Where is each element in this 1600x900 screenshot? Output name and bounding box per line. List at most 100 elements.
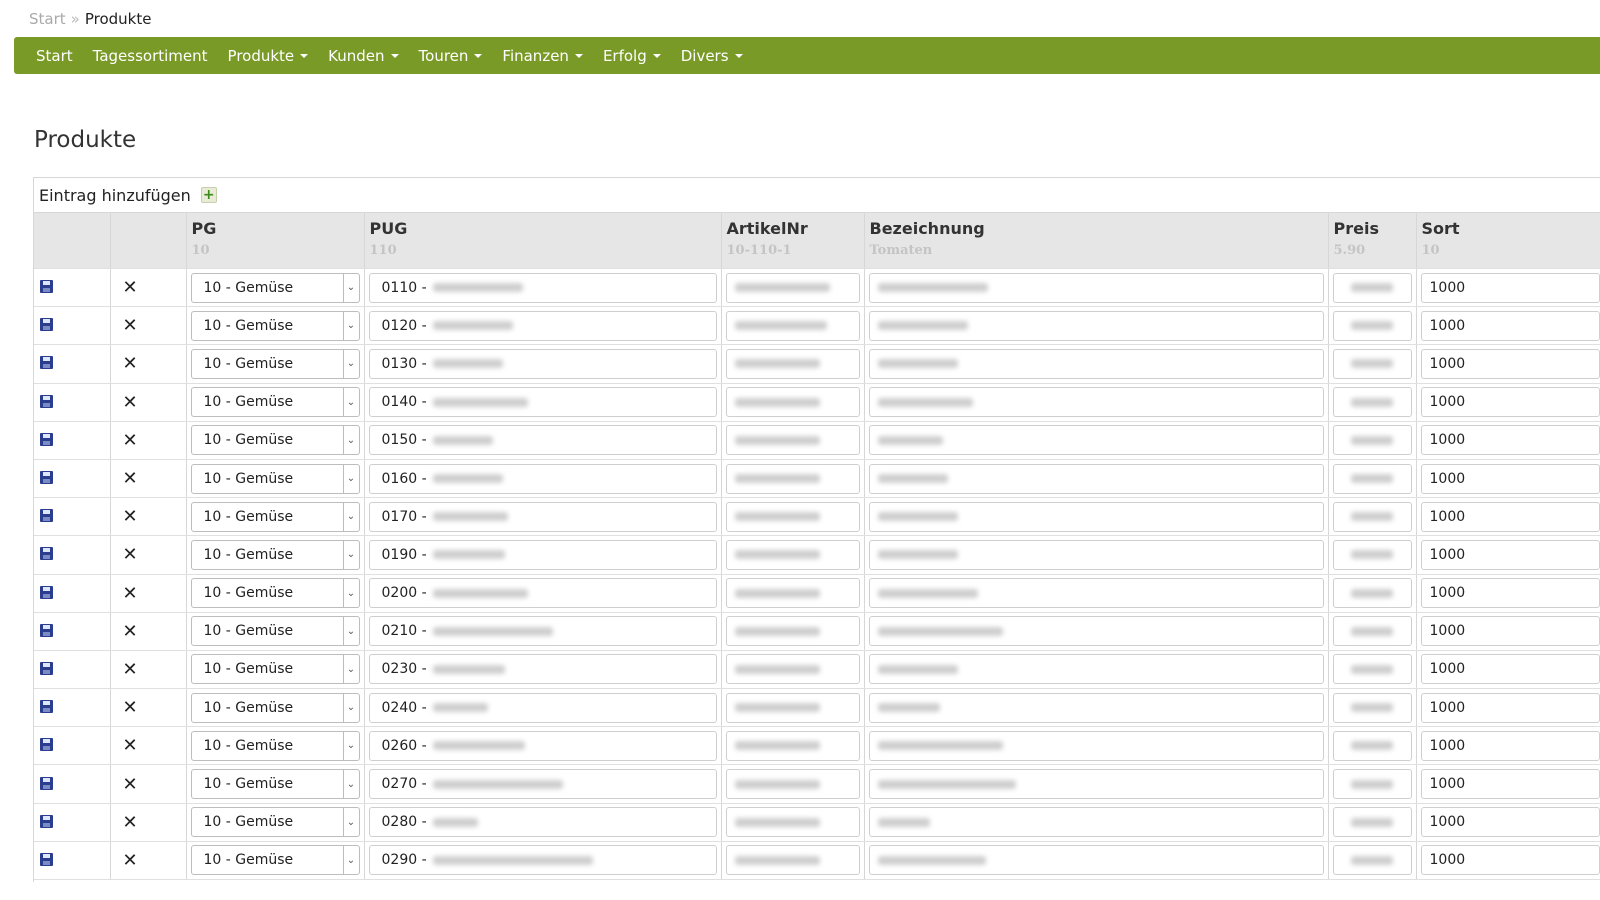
pug-input[interactable]: 0240 - bbox=[368, 692, 717, 723]
sort-input[interactable]: 1000 bbox=[1420, 539, 1600, 570]
pg-select[interactable]: 10 - Gemüse ⌄ bbox=[190, 845, 360, 876]
pug-input[interactable]: 0270 - bbox=[368, 769, 717, 800]
save-icon[interactable] bbox=[40, 509, 53, 523]
sort-input[interactable]: 1000 bbox=[1420, 730, 1600, 761]
preis-input[interactable] bbox=[1332, 539, 1412, 570]
delete-icon[interactable]: ✕ bbox=[117, 317, 138, 335]
sort-input[interactable]: 1000 bbox=[1420, 425, 1600, 456]
sort-input[interactable]: 1000 bbox=[1420, 501, 1600, 532]
preis-input[interactable] bbox=[1332, 616, 1412, 647]
nav-item-finanzen[interactable]: Finanzen bbox=[494, 47, 591, 65]
delete-icon[interactable]: ✕ bbox=[117, 813, 138, 832]
add-icon[interactable]: + bbox=[200, 187, 217, 203]
save-icon[interactable] bbox=[40, 471, 53, 485]
nav-item-divers[interactable]: Divers bbox=[673, 47, 751, 65]
artikelnr-input[interactable] bbox=[725, 348, 860, 379]
artikelnr-input[interactable] bbox=[725, 616, 860, 647]
artikelnr-input[interactable] bbox=[725, 578, 860, 609]
sort-input[interactable]: 1000 bbox=[1420, 348, 1600, 379]
bezeichnung-input[interactable] bbox=[868, 845, 1324, 876]
breadcrumb-home-link[interactable]: Start bbox=[29, 10, 66, 28]
pg-select[interactable]: 10 - Gemüse ⌄ bbox=[190, 654, 360, 685]
delete-icon[interactable]: ✕ bbox=[117, 355, 138, 373]
artikelnr-input[interactable] bbox=[725, 654, 860, 685]
save-icon[interactable] bbox=[40, 814, 53, 828]
artikelnr-input[interactable] bbox=[725, 463, 860, 494]
sort-input[interactable]: 1000 bbox=[1420, 654, 1600, 685]
preis-input[interactable] bbox=[1332, 730, 1412, 761]
pug-input[interactable]: 0230 - bbox=[368, 654, 717, 685]
delete-icon[interactable]: ✕ bbox=[117, 508, 138, 526]
pg-select[interactable]: 10 - Gemüse ⌄ bbox=[190, 501, 360, 532]
bezeichnung-input[interactable] bbox=[868, 616, 1324, 647]
bezeichnung-input[interactable] bbox=[868, 425, 1324, 456]
artikelnr-input[interactable] bbox=[725, 769, 860, 800]
preis-input[interactable] bbox=[1332, 692, 1412, 723]
bezeichnung-input[interactable] bbox=[868, 348, 1324, 379]
pug-input[interactable]: 0120 - bbox=[368, 310, 717, 341]
artikelnr-input[interactable] bbox=[725, 501, 860, 532]
preis-input[interactable] bbox=[1332, 425, 1412, 456]
pug-input[interactable]: 0190 - bbox=[368, 539, 717, 570]
pg-select[interactable]: 10 - Gemüse ⌄ bbox=[190, 425, 360, 456]
delete-icon[interactable]: ✕ bbox=[117, 775, 138, 794]
delete-icon[interactable]: ✕ bbox=[117, 699, 138, 717]
pug-input[interactable]: 0150 - bbox=[368, 425, 717, 456]
nav-item-erfolg[interactable]: Erfolg bbox=[595, 47, 669, 65]
bezeichnung-input[interactable] bbox=[868, 463, 1324, 494]
pug-input[interactable]: 0210 - bbox=[368, 616, 717, 647]
delete-icon[interactable]: ✕ bbox=[117, 393, 138, 412]
sort-input[interactable]: 1000 bbox=[1420, 692, 1600, 723]
pg-select[interactable]: 10 - Gemüse ⌄ bbox=[190, 616, 360, 647]
column-header-preis[interactable]: Preis 5.90 bbox=[1328, 212, 1417, 269]
pg-select[interactable]: 10 - Gemüse ⌄ bbox=[190, 769, 360, 800]
pug-input[interactable]: 0130 - bbox=[368, 348, 717, 379]
delete-icon[interactable]: ✕ bbox=[117, 737, 138, 755]
save-icon[interactable] bbox=[40, 623, 53, 637]
sort-input[interactable]: 1000 bbox=[1420, 616, 1600, 647]
sort-input[interactable]: 1000 bbox=[1420, 578, 1600, 609]
delete-icon[interactable]: ✕ bbox=[117, 851, 138, 870]
sort-input[interactable]: 1000 bbox=[1420, 272, 1600, 303]
save-icon[interactable] bbox=[40, 776, 53, 790]
bezeichnung-input[interactable] bbox=[868, 501, 1324, 532]
sort-input[interactable]: 1000 bbox=[1420, 463, 1600, 494]
nav-item-tagessortiment[interactable]: Tagessortiment bbox=[85, 47, 216, 65]
pg-select[interactable]: 10 - Gemüse ⌄ bbox=[190, 272, 360, 303]
pg-select[interactable]: 10 - Gemüse ⌄ bbox=[190, 348, 360, 379]
sort-input[interactable]: 1000 bbox=[1420, 845, 1600, 876]
pug-input[interactable]: 0170 - bbox=[368, 501, 717, 532]
save-icon[interactable] bbox=[40, 318, 53, 332]
save-icon[interactable] bbox=[40, 394, 53, 408]
column-header-pg[interactable]: PG 10 bbox=[186, 212, 365, 269]
preis-input[interactable] bbox=[1332, 387, 1412, 418]
save-icon[interactable] bbox=[40, 547, 53, 561]
bezeichnung-input[interactable] bbox=[868, 730, 1324, 761]
bezeichnung-input[interactable] bbox=[868, 272, 1324, 303]
artikelnr-input[interactable] bbox=[725, 539, 860, 570]
bezeichnung-input[interactable] bbox=[868, 807, 1324, 838]
pug-input[interactable]: 0160 - bbox=[368, 463, 717, 494]
sort-input[interactable]: 1000 bbox=[1420, 387, 1600, 418]
preis-input[interactable] bbox=[1332, 310, 1412, 341]
preis-input[interactable] bbox=[1332, 463, 1412, 494]
bezeichnung-input[interactable] bbox=[868, 539, 1324, 570]
preis-input[interactable] bbox=[1332, 272, 1412, 303]
sort-input[interactable]: 1000 bbox=[1420, 769, 1600, 800]
artikelnr-input[interactable] bbox=[725, 692, 860, 723]
preis-input[interactable] bbox=[1332, 845, 1412, 876]
pg-select[interactable]: 10 - Gemüse ⌄ bbox=[190, 463, 360, 494]
column-header-sort[interactable]: Sort 10 bbox=[1416, 212, 1600, 269]
sort-input[interactable]: 1000 bbox=[1420, 310, 1600, 341]
bezeichnung-input[interactable] bbox=[868, 654, 1324, 685]
pg-select[interactable]: 10 - Gemüse ⌄ bbox=[190, 539, 360, 570]
save-icon[interactable] bbox=[40, 432, 53, 446]
save-icon[interactable] bbox=[40, 661, 53, 675]
save-icon[interactable] bbox=[40, 700, 53, 714]
delete-icon[interactable]: ✕ bbox=[117, 584, 138, 603]
save-icon[interactable] bbox=[40, 356, 53, 370]
bezeichnung-input[interactable] bbox=[868, 769, 1324, 800]
pg-select[interactable]: 10 - Gemüse ⌄ bbox=[190, 692, 360, 723]
preis-input[interactable] bbox=[1332, 501, 1412, 532]
save-icon[interactable] bbox=[40, 280, 53, 294]
